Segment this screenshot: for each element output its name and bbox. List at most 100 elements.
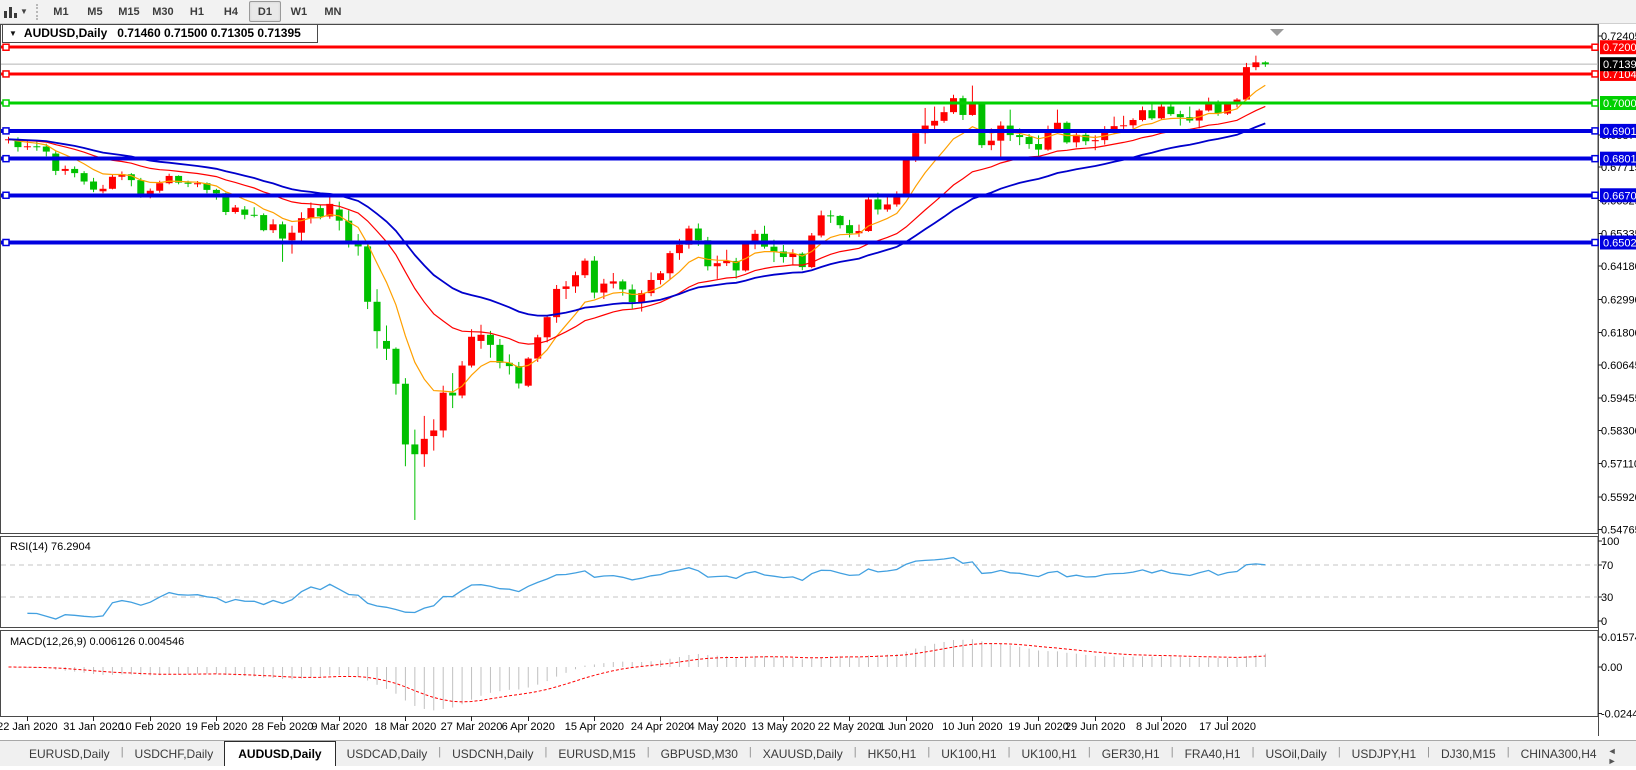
candle-bear: [1262, 62, 1269, 64]
x-axis-label: 31 Jan 2020: [63, 721, 124, 733]
candle-bear: [71, 169, 78, 173]
chart-type-button[interactable]: ▼: [0, 0, 32, 23]
candle-bull: [893, 196, 900, 204]
chart-tab-GER30-H1[interactable]: GER30,H1: [1091, 743, 1171, 764]
candle-bull: [657, 273, 664, 280]
macd-panel-frame: [1, 631, 1599, 717]
timeframe-button-M15[interactable]: M15: [113, 1, 145, 22]
chart-tab-EURUSD-M15[interactable]: EURUSD,M15: [547, 743, 646, 764]
candle-bear: [695, 229, 702, 241]
price-label-0.72001: 0.72001: [1603, 42, 1636, 54]
timeframe-button-MN[interactable]: MN: [317, 1, 349, 22]
candle-bear: [591, 261, 598, 293]
timeframe-button-M30[interactable]: M30: [147, 1, 179, 22]
candle-bull: [232, 208, 239, 212]
candle-bear: [837, 216, 844, 225]
x-axis-label: 9 Mar 2020: [311, 721, 367, 733]
line-handle[interactable]: [3, 100, 9, 106]
line-handle[interactable]: [3, 192, 9, 198]
candle-bull: [884, 204, 891, 209]
candle-bull: [468, 337, 475, 366]
rsi-axis-label: 0: [1601, 616, 1607, 628]
chart-tab-FRA40-H1[interactable]: FRA40,H1: [1174, 743, 1252, 764]
candle-bull: [1092, 140, 1099, 141]
chart-tab-GBPUSD-M30[interactable]: GBPUSD,M30: [650, 743, 749, 764]
tab-scroll-right-icon[interactable]: ►: [1608, 756, 1623, 766]
chart-tab-CHINA300-H4[interactable]: CHINA300,H4: [1510, 743, 1608, 764]
line-handle[interactable]: [1592, 128, 1598, 134]
candle-bear: [137, 180, 144, 195]
chevron-down-icon[interactable]: ▼: [20, 7, 28, 16]
line-handle[interactable]: [1592, 156, 1598, 162]
tab-scroll-left-icon[interactable]: ◄: [1608, 746, 1623, 756]
candle-bull: [600, 284, 607, 293]
line-handle[interactable]: [3, 128, 9, 134]
candle-bull: [1130, 120, 1137, 125]
timeframe-button-H1[interactable]: H1: [181, 1, 213, 22]
candlestick-chart[interactable]: 0.724050.688700.677150.665250.653350.641…: [0, 0, 1636, 770]
chart-tab-USDCNH-Daily[interactable]: USDCNH,Daily: [441, 743, 544, 764]
chart-tab-UK100-H1[interactable]: UK100,H1: [1010, 743, 1087, 764]
chart-tab-bar: EURUSD,Daily|USDCHF,DailyAUDUSD,DailyUSD…: [0, 740, 1636, 766]
timeframe-button-M5[interactable]: M5: [79, 1, 111, 22]
candle-bear: [81, 173, 88, 181]
x-axis-label: 17 Jul 2020: [1199, 721, 1256, 733]
candle-bull: [307, 208, 314, 218]
candle-bull: [440, 393, 447, 431]
timeframe-toolbar: ▼ M1M5M15M30H1H4D1W1MN: [0, 0, 1636, 24]
x-axis-label: 13 May 2020: [752, 721, 816, 733]
candle-bear: [392, 349, 399, 384]
chart-tab-USDCAD-Daily[interactable]: USDCAD,Daily: [336, 743, 439, 764]
chart-tab-AUDUSD-Daily[interactable]: AUDUSD,Daily: [224, 741, 335, 766]
toolbar-grip-handle[interactable]: [36, 4, 38, 20]
x-axis-label: 15 Apr 2020: [565, 721, 624, 733]
candle-bear: [978, 103, 985, 145]
candle-bear: [1177, 114, 1184, 117]
x-axis-label: 19 Feb 2020: [186, 721, 248, 733]
line-handle[interactable]: [3, 71, 9, 77]
candle-bull: [1120, 125, 1127, 126]
chart-tab-USDJPY-H1[interactable]: USDJPY,H1: [1341, 743, 1427, 764]
candle-bear: [364, 246, 371, 301]
candle-bear: [402, 384, 409, 445]
candle-bull: [563, 286, 570, 289]
line-handle[interactable]: [1592, 239, 1598, 245]
candle-bull: [478, 335, 485, 341]
chart-tab-USOil-Daily[interactable]: USOil,Daily: [1254, 743, 1337, 764]
timeframe-button-M1[interactable]: M1: [45, 1, 77, 22]
chart-tab-USDCHF-Daily[interactable]: USDCHF,Daily: [124, 743, 225, 764]
timeframe-button-W1[interactable]: W1: [283, 1, 315, 22]
candle-bull: [525, 359, 532, 386]
chart-tab-XAUUSD-Daily[interactable]: XAUUSD,Daily: [752, 743, 854, 764]
candle-bear: [959, 98, 966, 115]
chart-tab-DJ30-M15[interactable]: DJ30,M15: [1430, 743, 1507, 764]
x-axis-label: 28 Feb 2020: [252, 721, 314, 733]
line-handle[interactable]: [1592, 44, 1598, 50]
chart-tab-HK50-H1[interactable]: HK50,H1: [857, 743, 928, 764]
chart-tab-UK100-H1[interactable]: UK100,H1: [930, 743, 1007, 764]
candle-bear: [496, 345, 503, 363]
y-axis-tick-label: 0.58300: [1601, 425, 1636, 437]
line-handle[interactable]: [1592, 192, 1598, 198]
line-handle[interactable]: [3, 239, 9, 245]
line-handle[interactable]: [3, 156, 9, 162]
candle-bull: [100, 189, 107, 192]
line-handle[interactable]: [1592, 71, 1598, 77]
chart-ohlc-values: 0.71460 0.71500 0.71305 0.71395: [117, 26, 301, 40]
x-axis-label: 18 Mar 2020: [375, 721, 437, 733]
y-axis-tick-label: 0.62990: [1601, 294, 1636, 306]
timeframe-button-H4[interactable]: H4: [215, 1, 247, 22]
x-axis-label: 1 Jun 2020: [879, 721, 933, 733]
y-axis-tick-label: 0.54765: [1601, 524, 1636, 536]
candle-bull: [1158, 107, 1165, 119]
x-axis-label: 22 Jan 2020: [0, 721, 58, 733]
chart-tab-EURUSD-Daily[interactable]: EURUSD,Daily: [18, 743, 121, 764]
line-handle[interactable]: [3, 44, 9, 50]
trading-platform-window: 0.724050.688700.677150.665250.653350.641…: [0, 0, 1636, 770]
current-price-label: 0.71395: [1603, 59, 1636, 71]
candle-bull: [912, 133, 919, 160]
timeframe-button-D1[interactable]: D1: [249, 1, 281, 22]
candle-bull: [421, 439, 428, 454]
line-handle[interactable]: [1592, 100, 1598, 106]
symbol-dropdown-icon[interactable]: ▼: [9, 29, 17, 38]
